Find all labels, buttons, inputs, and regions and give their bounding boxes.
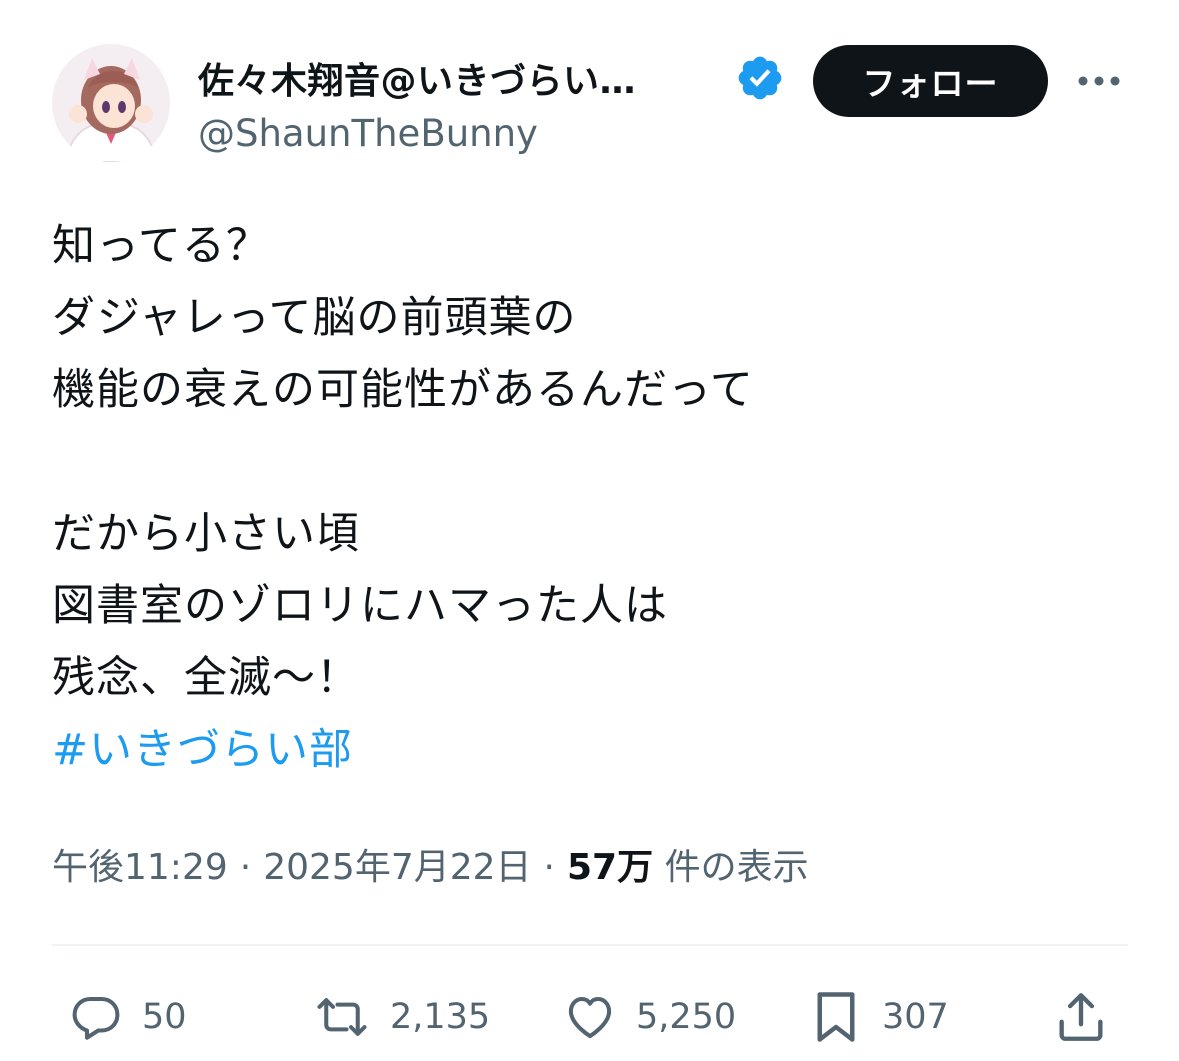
divider (52, 944, 1128, 946)
tweet-text: 知ってる？ ダジャレって脳の前頭葉の 機能の衰えの可能性があるんだって だから小… (52, 210, 1132, 786)
follow-button[interactable]: フォロー (813, 45, 1048, 117)
bookmark-count: 307 (882, 997, 949, 1037)
tweet-line: だから小さい頃 (52, 509, 360, 559)
like-count: 5,250 (636, 997, 737, 1037)
retweet-count: 2,135 (390, 997, 491, 1037)
views-count: 57万 (567, 847, 654, 888)
reply-button[interactable]: 50 (66, 990, 187, 1044)
display-name[interactable]: 佐々木翔音@いきづらい… (198, 52, 718, 104)
more-options-icon[interactable] (1074, 62, 1124, 100)
tweet-line: 知ってる？ (52, 221, 270, 271)
retweet-icon (317, 998, 367, 1036)
meta-separator: · (543, 847, 555, 888)
author-handle[interactable]: @ShaunTheBunny (198, 112, 538, 155)
meta-separator: · (239, 847, 252, 888)
reply-count: 50 (142, 997, 187, 1037)
verified-badge-icon (735, 53, 785, 103)
avatar[interactable] (52, 44, 170, 162)
hashtag-link[interactable]: #いきづらい部 (52, 725, 353, 775)
retweet-button[interactable]: 2,135 (310, 990, 490, 1044)
tweet-line: 機能の衰えの可能性があるんだって (52, 365, 754, 415)
tweet-time[interactable]: 午後11:29 (52, 847, 228, 888)
heart-icon (568, 996, 612, 1039)
reply-icon (72, 996, 120, 1040)
bookmark-button[interactable]: 307 (806, 990, 949, 1044)
views-label: 件の表示 (664, 847, 809, 888)
tweet-date[interactable]: 2025年7月22日 (263, 847, 531, 888)
tweet-line: ダジャレって脳の前頭葉の (52, 293, 577, 343)
share-button[interactable] (1052, 990, 1126, 1044)
like-button[interactable]: 5,250 (560, 990, 736, 1044)
tweet-line: 図書室のゾロリにハマった人は (52, 581, 668, 631)
tweet-line: 残念、全滅〜！ (52, 653, 360, 703)
tweet-meta: 午後11:29 · 2025年7月22日 · 57万 件の表示 (52, 838, 809, 890)
bookmark-icon (817, 992, 855, 1042)
share-icon (1059, 993, 1103, 1041)
